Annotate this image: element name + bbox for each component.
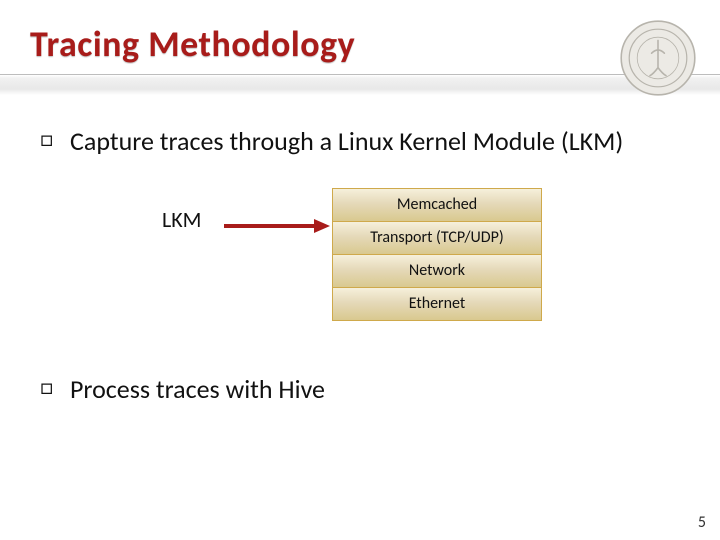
- bullet-2-text: Process traces with Hive: [70, 373, 680, 406]
- content-area: □ Capture traces through a Linux Kernel …: [0, 95, 720, 405]
- lkm-label: LKM: [162, 206, 202, 234]
- bullet-marker-icon: □: [40, 373, 58, 406]
- layer-memcached: Memcached: [332, 188, 542, 222]
- bullet-marker-icon: □: [40, 125, 58, 158]
- layer-network: Network: [332, 255, 542, 288]
- slide-title: Tracing Methodology: [30, 22, 690, 66]
- slide: Tracing Methodology □ Capture traces thr…: [0, 0, 720, 540]
- stanford-seal-icon: [618, 18, 698, 98]
- bullet-1-text: Capture traces through a Linux Kernel Mo…: [70, 125, 680, 158]
- layer-ethernet: Ethernet: [332, 288, 542, 321]
- title-divider: [0, 74, 720, 95]
- lkm-diagram: LKM Memcached Transport (TCP/UDP) Networ…: [40, 188, 680, 348]
- bullet-1: □ Capture traces through a Linux Kernel …: [40, 125, 680, 158]
- network-stack: Memcached Transport (TCP/UDP) Network Et…: [332, 188, 542, 321]
- page-number: 5: [698, 513, 706, 532]
- bullet-2: □ Process traces with Hive: [40, 373, 680, 406]
- layer-transport: Transport (TCP/UDP): [332, 222, 542, 255]
- arrow-icon: [224, 218, 330, 234]
- title-wrap: Tracing Methodology: [0, 0, 720, 74]
